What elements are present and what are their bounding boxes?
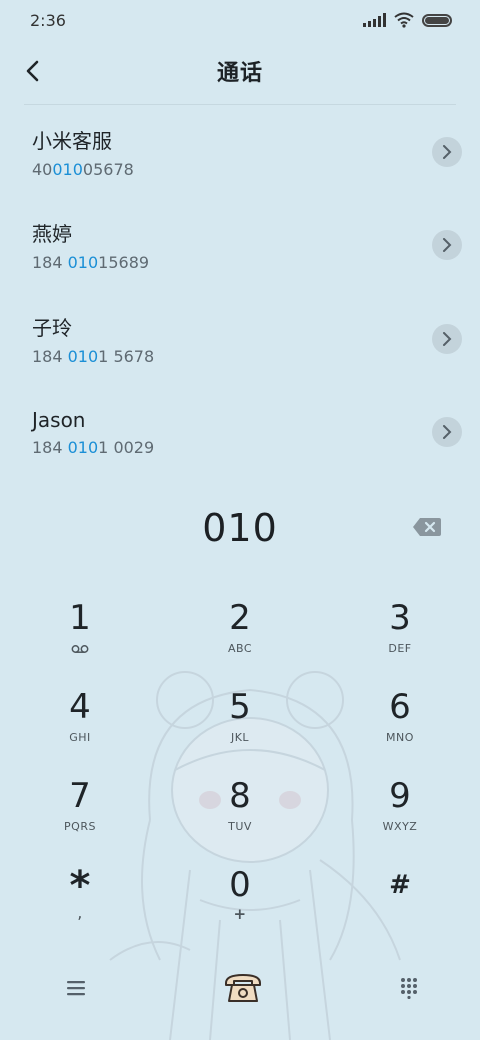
contact-row[interactable]: 小米客服 4001005678 xyxy=(0,105,480,199)
backspace-icon xyxy=(413,518,441,536)
key-letters: TUV xyxy=(228,820,252,833)
key-2[interactable]: 2 ABC xyxy=(160,590,320,679)
number-match: 010 xyxy=(67,437,99,457)
key-letters: DEF xyxy=(388,642,412,655)
contact-number: 184 0101 0029 xyxy=(32,438,154,457)
contact-number: 184 01015689 xyxy=(32,253,149,272)
key-4[interactable]: 4 GHI xyxy=(0,679,160,768)
key-letters: JKL xyxy=(230,731,250,744)
keypad: 1 2 ABC 3 DEF 4 GHI 5 JKL 6 MNO 7 PQRS 8… xyxy=(0,590,480,946)
menu-button[interactable] xyxy=(66,980,86,996)
key-digit: 8 xyxy=(229,776,251,816)
key-digit: * xyxy=(69,863,91,909)
key-digit: 2 xyxy=(229,598,251,638)
number-match: 010 xyxy=(67,253,99,273)
signal-icon xyxy=(363,13,386,27)
chevron-left-icon xyxy=(26,60,39,82)
key-digit: 5 xyxy=(229,687,251,727)
number-suffix: 15689 xyxy=(98,253,150,273)
contact-name: 小米客服 xyxy=(32,128,112,153)
chevron-right-icon xyxy=(443,144,452,159)
contact-row[interactable]: Jason 184 0101 0029 xyxy=(0,386,480,480)
chevron-right-icon xyxy=(443,425,452,440)
key-digit: 9 xyxy=(389,776,411,816)
key-letters: ABC xyxy=(227,642,253,655)
key-8[interactable]: 8 TUV xyxy=(160,768,320,857)
key-3[interactable]: 3 DEF xyxy=(320,590,480,679)
contact-number: 4001005678 xyxy=(32,160,134,179)
key-letters: GHI xyxy=(69,731,91,744)
contact-list: 小米客服 4001005678 燕婷 184 01015689 子玲 184 0… xyxy=(0,105,480,479)
contact-text: Jason 184 0101 0029 xyxy=(32,408,154,457)
key-digit: 7 xyxy=(69,776,91,816)
page-title: 通话 xyxy=(216,61,263,86)
key-star[interactable]: * , xyxy=(0,857,160,946)
key-digit: 1 xyxy=(69,598,91,638)
dialpad-icon xyxy=(401,978,417,999)
key-hash[interactable]: # xyxy=(320,857,480,946)
contact-detail-button[interactable] xyxy=(432,323,462,354)
key-digit: 0 xyxy=(229,865,251,905)
key-letters: + xyxy=(233,905,247,923)
contact-name: 燕婷 xyxy=(32,222,72,247)
key-0[interactable]: 0 + xyxy=(160,857,320,946)
key-digit: 4 xyxy=(69,687,91,727)
voicemail-icon xyxy=(71,645,89,653)
menu-icon xyxy=(67,981,85,996)
number-suffix: 1 5678 xyxy=(98,346,155,366)
backspace-button[interactable] xyxy=(412,516,442,538)
keypad-toggle-button[interactable] xyxy=(400,977,418,999)
number-suffix: 05678 xyxy=(82,159,134,179)
header: 通话 xyxy=(0,40,480,102)
number-prefix: 184 xyxy=(32,437,68,457)
key-digit: 3 xyxy=(389,598,411,638)
contact-text: 小米客服 4001005678 xyxy=(32,125,134,179)
number-match: 010 xyxy=(52,159,83,179)
contact-name: Jason xyxy=(32,407,86,432)
number-match: 010 xyxy=(67,346,99,366)
contact-text: 燕婷 184 01015689 xyxy=(32,218,149,272)
key-letters: , xyxy=(77,903,83,922)
key-letters: WXYZ xyxy=(382,820,418,833)
contact-row[interactable]: 燕婷 184 01015689 xyxy=(0,199,480,293)
key-7[interactable]: 7 PQRS xyxy=(0,768,160,857)
contact-name: 子玲 xyxy=(32,315,72,340)
contact-detail-button[interactable] xyxy=(432,230,462,261)
number-suffix: 1 0029 xyxy=(98,437,155,457)
dial-display: 010 xyxy=(0,500,480,556)
contact-text: 子玲 184 0101 5678 xyxy=(32,312,154,366)
key-digit: 6 xyxy=(389,687,411,727)
number-prefix: 40 xyxy=(32,159,53,179)
key-letters: PQRS xyxy=(64,820,96,833)
key-6[interactable]: 6 MNO xyxy=(320,679,480,768)
battery-icon xyxy=(422,13,452,27)
key-9[interactable]: 9 WXYZ xyxy=(320,768,480,857)
chevron-right-icon xyxy=(443,331,452,346)
key-digit: # xyxy=(389,870,411,900)
status-icons xyxy=(363,12,452,28)
status-bar: 2:36 xyxy=(0,0,480,40)
status-time: 2:36 xyxy=(30,10,66,30)
contact-detail-button[interactable] xyxy=(432,417,462,448)
number-prefix: 184 xyxy=(32,253,68,273)
contact-detail-button[interactable] xyxy=(432,136,462,167)
number-prefix: 184 xyxy=(32,346,68,366)
bottom-bar xyxy=(0,960,480,1016)
contact-row[interactable]: 子玲 184 0101 5678 xyxy=(0,292,480,386)
key-letters: MNO xyxy=(386,731,414,744)
phone-icon xyxy=(225,974,261,1002)
key-1[interactable]: 1 xyxy=(0,590,160,679)
back-button[interactable] xyxy=(16,54,50,88)
dialed-number: 010 xyxy=(202,506,278,550)
call-button[interactable] xyxy=(221,966,265,1010)
key-5[interactable]: 5 JKL xyxy=(160,679,320,768)
chevron-right-icon xyxy=(443,238,452,253)
contact-number: 184 0101 5678 xyxy=(32,347,154,366)
wifi-icon xyxy=(394,12,414,28)
